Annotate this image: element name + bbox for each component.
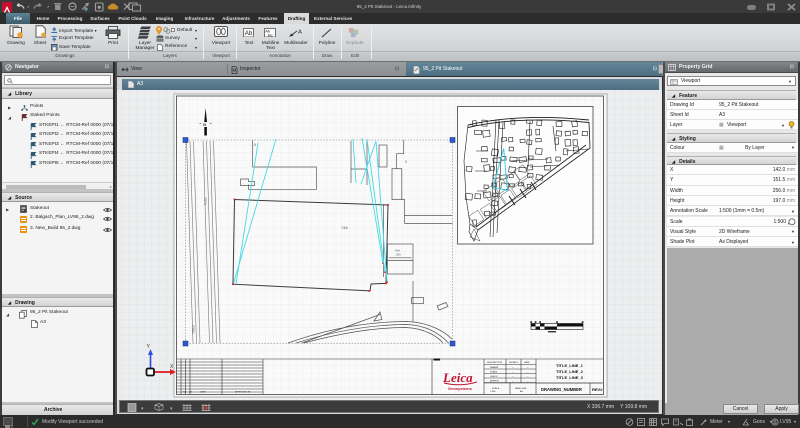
svg-text:5: 5 [254,143,256,147]
svg-text:▾: ▾ [170,406,173,412]
svg-text:746: 746 [341,225,348,230]
svg-text:1:500: 1:500 [490,391,496,393]
svg-text:DATE: DATE [200,391,206,394]
svg-text:Leica: Leica [442,370,473,385]
svg-text:SCALE: SCALE [492,387,500,390]
svg-text:PLANS: PLANS [490,371,498,374]
svg-text:TITLE_LINE_1: TITLE_LINE_1 [556,363,584,368]
svg-text:APPROV: APPROV [490,380,500,383]
svg-text:REV#: REV# [592,387,603,392]
svg-text:DESCRIPTION: DESCRIPTION [487,362,502,364]
svg-text:Bc: Bc [268,32,273,37]
svg-text:PAGE SIZE: PAGE SIZE [515,387,527,390]
svg-text:TITLE_LINE_3: TITLE_LINE_3 [556,375,584,380]
svg-text:DETAILS: DETAILS [509,361,518,364]
svg-text:Ab: Ab [245,30,253,37]
svg-text:Geosystems: Geosystems [448,386,473,391]
svg-text:CHECK: CHECK [490,376,498,378]
svg-text:A: A [298,30,302,36]
svg-text:DATE: DATE [524,361,530,364]
svg-text:▾: ▾ [141,406,144,412]
svg-text:1: 1 [405,160,407,164]
svg-text:DRAWN: DRAWN [490,366,499,369]
svg-text:NO: NO [183,392,187,394]
svg-text:APPROVED BY: APPROVED BY [235,391,251,394]
svg-text:N: N [203,123,206,127]
svg-text:TITLE_LINE_2: TITLE_LINE_2 [556,369,584,374]
svg-text:200: 200 [396,253,401,257]
svg-text:DRAWING_NUMBER: DRAWING_NUMBER [541,387,582,392]
svg-text:DX: DX [189,392,193,394]
svg-text:7974: 7974 [203,197,207,205]
svg-text:2'340: 2'340 [191,325,195,334]
